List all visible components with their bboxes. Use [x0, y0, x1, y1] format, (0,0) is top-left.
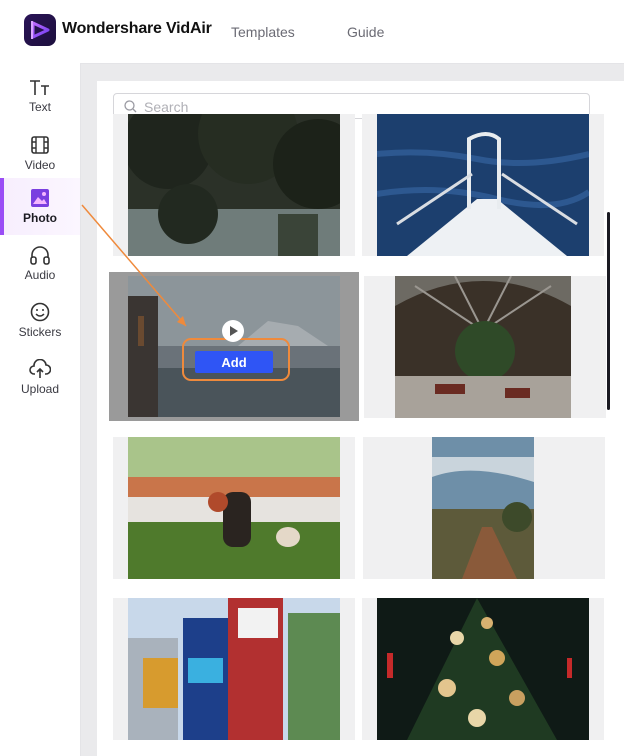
sidebar: Text Video Photo Audio Stickers Upload	[0, 63, 81, 756]
text-icon	[30, 80, 49, 95]
sidebar-item-label: Stickers	[18, 325, 62, 339]
sidebar-item-label: Audio	[24, 268, 56, 282]
sidebar-item-text[interactable]: Text	[0, 68, 80, 125]
nav-templates[interactable]: Templates	[231, 24, 295, 40]
photo-forest-lake	[128, 114, 340, 256]
search-icon	[124, 100, 137, 113]
panel-scrollbar[interactable]	[607, 212, 610, 410]
film-icon	[31, 136, 49, 154]
sidebar-item-label: Upload	[20, 382, 60, 396]
sidebar-item-label: Video	[24, 158, 56, 172]
photo-card-city[interactable]	[113, 598, 355, 740]
add-photo-button[interactable]: Add	[195, 351, 273, 373]
photo-christmas-tree	[377, 598, 589, 740]
vidair-logo-icon[interactable]	[24, 14, 56, 46]
photo-card-boat[interactable]	[362, 114, 604, 256]
sidebar-item-audio[interactable]: Audio	[0, 235, 80, 292]
photo-train-station	[395, 276, 571, 418]
photo-card-road[interactable]	[363, 437, 605, 579]
photo-child-dog	[128, 437, 340, 579]
photo-card-forest[interactable]	[113, 114, 355, 256]
preview-play-icon[interactable]	[222, 320, 244, 342]
sidebar-item-photo[interactable]: Photo	[0, 178, 80, 235]
photo-card-station[interactable]	[364, 276, 606, 418]
sidebar-item-stickers[interactable]: Stickers	[0, 292, 80, 349]
smiley-icon	[30, 302, 50, 322]
app-header: Wondershare VidAir Templates Guide	[0, 0, 624, 64]
photo-card-christmas-tree[interactable]	[362, 598, 604, 740]
image-icon	[31, 189, 49, 207]
nav-guide[interactable]: Guide	[347, 24, 384, 40]
photo-boat-bow	[377, 114, 589, 256]
photo-dirt-road	[432, 437, 534, 579]
sidebar-item-label: Photo	[23, 211, 57, 225]
sidebar-item-label: Text	[28, 100, 51, 114]
cloud-upload-icon	[29, 359, 51, 378]
sidebar-item-upload[interactable]: Upload	[0, 349, 80, 406]
sidebar-item-video[interactable]: Video	[0, 125, 80, 182]
brand-name: Wondershare VidAir	[62, 20, 212, 37]
photo-card-child-dog[interactable]	[113, 437, 355, 579]
headphones-icon	[30, 246, 50, 265]
photo-city-billboards	[128, 598, 340, 740]
